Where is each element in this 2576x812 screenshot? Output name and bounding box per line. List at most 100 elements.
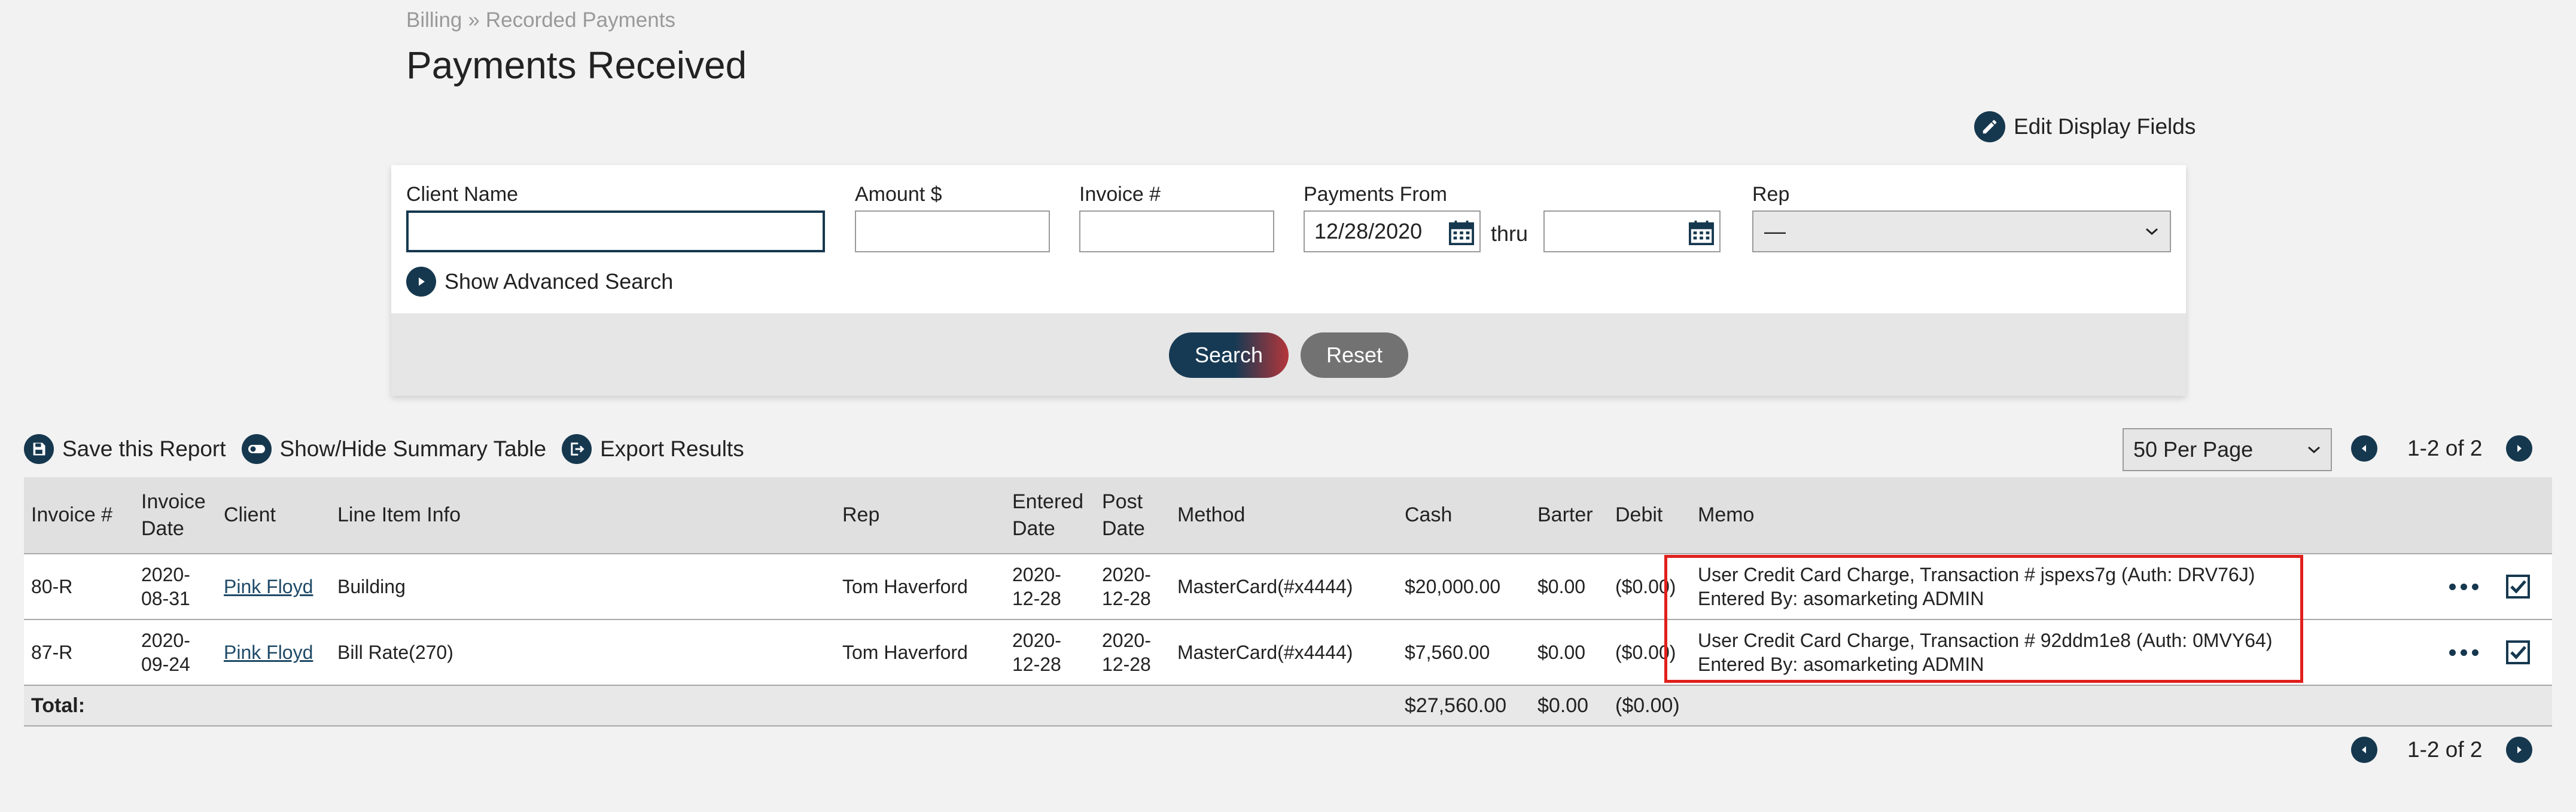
cell-line-item: Bill Rate(270) — [330, 619, 835, 686]
cell-method: MasterCard(#x4444) — [1170, 554, 1397, 620]
toggle-summary-table-label: Show/Hide Summary Table — [279, 436, 547, 461]
export-results-button[interactable]: Export Results — [562, 434, 744, 464]
column-header-invoice[interactable]: Invoice # — [24, 477, 134, 554]
next-page-icon[interactable] — [2506, 435, 2533, 462]
cell-cash: $7,560.00 — [1397, 619, 1530, 686]
table-row: 80-R 2020-08-31 Pink Floyd Building Tom … — [24, 554, 2552, 620]
more-options-icon[interactable] — [2449, 583, 2490, 590]
total-debit: ($0.00) — [1608, 685, 1691, 726]
calendar-icon[interactable] — [1688, 220, 1715, 245]
search-button[interactable]: Search — [1169, 332, 1289, 378]
save-icon — [24, 434, 54, 464]
cell-line-item: Building — [330, 554, 835, 620]
search-actions: Search Reset — [391, 313, 2186, 396]
search-fields: Client Name Amount $ Invoice # Payments … — [391, 165, 2186, 313]
column-header-invoice-date[interactable]: Invoice Date — [134, 477, 217, 554]
cell-invoice-date: 2020-09-24 — [134, 619, 217, 686]
cell-client: Pink Floyd — [217, 619, 330, 686]
pagination-top: 1-2 of 2 — [2351, 435, 2533, 462]
cell-actions — [2442, 554, 2552, 620]
previous-page-icon[interactable] — [2351, 737, 2377, 763]
cell-barter: $0.00 — [1530, 619, 1608, 686]
chevron-down-icon — [2308, 446, 2320, 454]
cell-rep: Tom Haverford — [835, 619, 1005, 686]
reset-button[interactable]: Reset — [1301, 332, 1408, 378]
total-label: Total: — [24, 685, 1397, 726]
show-advanced-search-toggle[interactable]: Show Advanced Search — [406, 267, 673, 297]
invoice-number-input[interactable] — [1079, 210, 1274, 252]
client-link[interactable]: Pink Floyd — [224, 576, 313, 597]
previous-page-icon[interactable] — [2351, 435, 2377, 462]
invoice-number-label: Invoice # — [1079, 183, 1161, 206]
table-row: 87-R 2020-09-24 Pink Floyd Bill Rate(270… — [24, 619, 2552, 686]
column-header-entered-date[interactable]: Entered Date — [1005, 477, 1095, 554]
cell-entered-date: 2020-12-28 — [1005, 554, 1095, 620]
show-advanced-search-label: Show Advanced Search — [444, 269, 674, 294]
edit-display-fields-button[interactable]: Edit Display Fields — [1974, 111, 2196, 142]
save-report-label: Save this Report — [62, 436, 226, 461]
rep-select[interactable]: — — [1752, 210, 2171, 252]
client-name-input[interactable] — [406, 210, 825, 252]
column-header-method[interactable]: Method — [1170, 477, 1397, 554]
page-root: Billing» Recorded Payments Payments Recei… — [0, 0, 2576, 812]
export-results-label: Export Results — [600, 436, 744, 461]
column-header-barter[interactable]: Barter — [1530, 477, 1608, 554]
page-title: Payments Received — [406, 44, 747, 87]
play-icon — [406, 267, 436, 297]
cell-memo: User Credit Card Charge, Transaction # 9… — [1691, 619, 2442, 686]
cell-actions — [2442, 619, 2552, 686]
payments-thru-input[interactable] — [1543, 210, 1721, 252]
cell-entered-date: 2020-12-28 — [1005, 619, 1095, 686]
cell-invoice: 80-R — [24, 554, 134, 620]
row-checkbox[interactable] — [2505, 640, 2530, 664]
toggle-summary-table-button[interactable]: Show/Hide Summary Table — [241, 434, 547, 464]
payments-from-input[interactable]: 12/28/2020 — [1304, 210, 1481, 252]
memo-entered-by: Entered By: asomarketing ADMIN — [1698, 654, 1984, 675]
column-header-cash[interactable]: Cash — [1397, 477, 1530, 554]
rep-select-value: — — [1764, 219, 1786, 243]
column-header-rep[interactable]: Rep — [835, 477, 1005, 554]
client-name-label: Client Name — [406, 183, 519, 206]
report-toolbar: Save this Report Show/Hide Summary Table… — [24, 434, 760, 464]
total-row: Total: $27,560.00 $0.00 ($0.00) — [24, 685, 2552, 726]
total-memo-empty — [1691, 685, 2442, 726]
save-report-button[interactable]: Save this Report — [24, 434, 226, 464]
checkmark-icon — [2510, 580, 2526, 594]
cell-rep: Tom Haverford — [835, 554, 1005, 620]
per-page-value: 50 Per Page — [2133, 437, 2254, 462]
cell-post-date: 2020-12-28 — [1095, 619, 1170, 686]
column-header-actions — [2442, 477, 2552, 554]
cell-post-date: 2020-12-28 — [1095, 554, 1170, 620]
thru-label: thru — [1491, 221, 1528, 246]
cell-method: MasterCard(#x4444) — [1170, 619, 1397, 686]
next-page-icon[interactable] — [2506, 737, 2533, 763]
toggle-icon — [241, 434, 272, 464]
column-header-client[interactable]: Client — [217, 477, 330, 554]
client-link[interactable]: Pink Floyd — [224, 642, 313, 663]
memo-entered-by: Entered By: asomarketing ADMIN — [1698, 588, 1984, 609]
chevron-down-icon — [2146, 228, 2158, 236]
cell-barter: $0.00 — [1530, 554, 1608, 620]
breadcrumb: Billing» Recorded Payments — [406, 8, 675, 32]
cell-invoice: 87-R — [24, 619, 134, 686]
table-header-row: Invoice # Invoice Date Client Line Item … — [24, 477, 2552, 554]
row-checkbox[interactable] — [2505, 575, 2530, 599]
column-header-post-date[interactable]: Post Date — [1095, 477, 1170, 554]
pagination-count: 1-2 of 2 — [2407, 737, 2483, 762]
amount-input[interactable] — [855, 210, 1050, 252]
cell-memo: User Credit Card Charge, Transaction # j… — [1691, 554, 2442, 620]
memo-line: User Credit Card Charge, Transaction # 9… — [1698, 630, 2273, 651]
checkmark-icon — [2510, 646, 2526, 660]
pagination-count: 1-2 of 2 — [2407, 436, 2483, 460]
column-header-memo[interactable]: Memo — [1691, 477, 2442, 554]
payments-from-value: 12/28/2020 — [1314, 219, 1423, 243]
cell-cash: $20,000.00 — [1397, 554, 1530, 620]
column-header-debit[interactable]: Debit — [1608, 477, 1691, 554]
per-page-select[interactable]: 50 Per Page — [2123, 428, 2332, 471]
column-header-line-item[interactable]: Line Item Info — [330, 477, 835, 554]
breadcrumb-billing-link[interactable]: Billing — [406, 8, 462, 32]
more-options-icon[interactable] — [2449, 649, 2490, 656]
breadcrumb-current: Recorded Payments — [485, 8, 675, 32]
calendar-icon[interactable] — [1448, 220, 1475, 245]
amount-label: Amount $ — [855, 183, 942, 206]
